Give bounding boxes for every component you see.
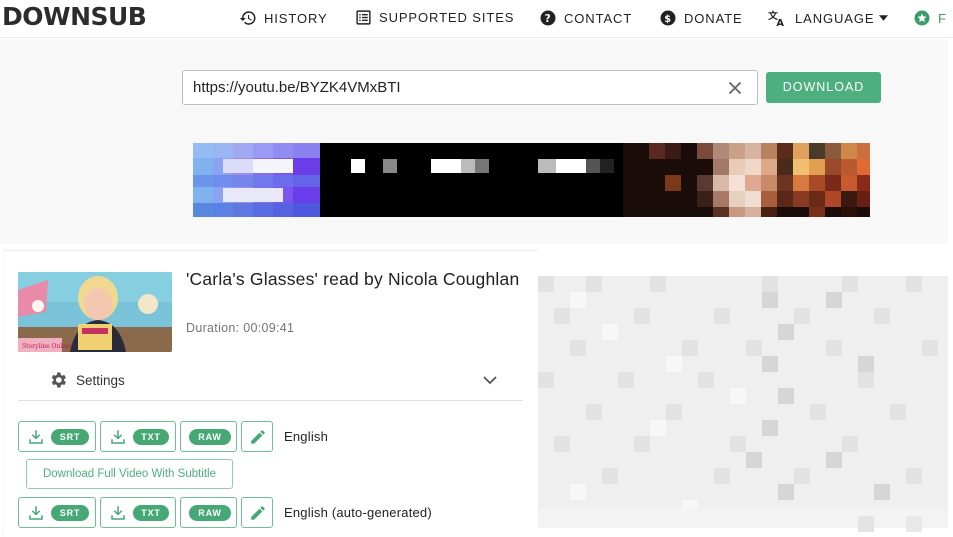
format-label-txt: TXT	[133, 429, 169, 445]
subtitle-language: English	[284, 429, 329, 444]
star-icon	[913, 9, 931, 27]
subtitle-language: English (auto-generated)	[284, 505, 432, 520]
format-label-txt: TXT	[133, 505, 169, 521]
svg-text:$: $	[664, 14, 671, 25]
help-icon: ?	[539, 9, 557, 27]
nav-supported-sites[interactable]: SUPPORTED SITES	[355, 9, 514, 26]
svg-text:Storyline Online: Storyline Online	[22, 343, 72, 350]
download-srt-button[interactable]: SRT	[18, 497, 96, 528]
download-raw-button[interactable]: RAW	[180, 421, 237, 452]
download-icon	[27, 504, 45, 527]
nav-language-label: LANGUAGE	[795, 10, 875, 26]
settings-divider	[18, 400, 523, 401]
list-icon	[355, 9, 372, 26]
nav-donate[interactable]: $ DONATE	[659, 9, 743, 27]
top-navigation-bar: DOWNSUB HISTORY SUPPORTED SITES ? CONTAC…	[0, 0, 953, 38]
edit-subtitle-button[interactable]	[241, 497, 273, 528]
translate-icon: 文A	[768, 9, 788, 29]
download-full-video-button[interactable]: Download Full Video With Subtitle	[26, 459, 233, 489]
format-label-raw: RAW	[189, 505, 231, 521]
advertisement-sidebar[interactable]	[538, 246, 948, 537]
ad-banner-image	[193, 143, 870, 217]
pencil-icon	[249, 428, 267, 451]
svg-text:?: ?	[545, 13, 552, 25]
nav-contact-label: CONTACT	[564, 10, 633, 26]
clear-input-button[interactable]	[724, 77, 746, 99]
download-icon	[109, 428, 127, 451]
format-label-srt: SRT	[51, 429, 89, 445]
format-label-raw: RAW	[189, 429, 231, 445]
settings-toggle[interactable]: Settings	[48, 368, 503, 392]
nav-language[interactable]: 文A LANGUAGE	[768, 9, 889, 29]
download-button[interactable]: DOWNLOAD	[766, 72, 881, 103]
url-input[interactable]	[182, 70, 758, 105]
advertisement-banner[interactable]	[193, 143, 870, 217]
site-logo[interactable]: DOWNSUB	[2, 2, 147, 31]
dollar-icon: $	[659, 9, 677, 27]
close-icon	[728, 81, 742, 95]
format-label-srt: SRT	[51, 505, 89, 521]
download-srt-button[interactable]: SRT	[18, 421, 96, 452]
video-thumbnail-image: Storyline Online	[18, 272, 172, 352]
caret-down-icon	[879, 15, 889, 21]
history-icon	[239, 9, 257, 27]
chevron-down-icon	[483, 373, 497, 388]
video-duration: Duration: 00:09:41	[186, 321, 295, 335]
nav-extra-label: F	[938, 10, 947, 26]
video-title: 'Carla's Glasses' read by Nicola Coughla…	[186, 269, 520, 289]
nav-history[interactable]: HISTORY	[239, 9, 328, 27]
nav-contact[interactable]: ? CONTACT	[539, 9, 632, 27]
nav-donate-label: DONATE	[684, 10, 743, 26]
download-txt-button[interactable]: TXT	[100, 421, 176, 452]
settings-label: Settings	[76, 372, 125, 388]
nav-history-label: HISTORY	[264, 10, 328, 26]
download-icon	[27, 428, 45, 451]
ad-sidebar-image	[538, 276, 948, 532]
svg-text:A: A	[776, 18, 784, 27]
download-icon	[109, 504, 127, 527]
download-raw-button[interactable]: RAW	[180, 497, 237, 528]
download-txt-button[interactable]: TXT	[100, 497, 176, 528]
pencil-icon	[249, 504, 267, 527]
nav-extra[interactable]: F	[913, 9, 947, 27]
edit-subtitle-button[interactable]	[241, 421, 273, 452]
gear-icon	[48, 370, 68, 390]
nav-supported-sites-label: SUPPORTED SITES	[379, 10, 515, 25]
video-thumbnail[interactable]: Storyline Online	[18, 272, 172, 352]
